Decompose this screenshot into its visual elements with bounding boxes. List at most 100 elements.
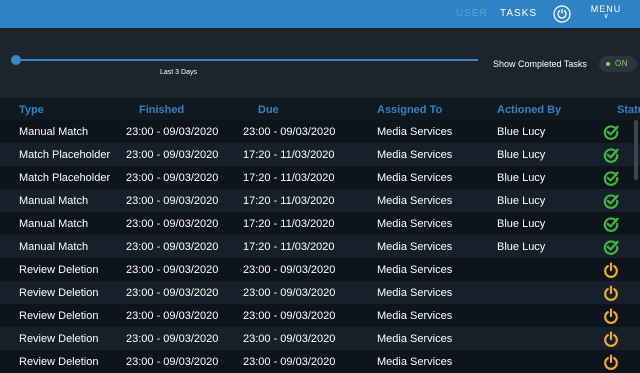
cell-assigned-to: Media Services [377, 240, 453, 253]
power-icon [604, 354, 618, 370]
filter-bar: Last 3 Days Show Completed Tasks ON [0, 28, 640, 98]
cell-actioned-by: Blue Lucy [497, 125, 546, 138]
chevron-down-icon: ∨ [603, 13, 609, 20]
toggle-state: ON [615, 59, 628, 68]
column-header-actioned-by[interactable]: Actioned By [478, 98, 598, 120]
column-header-finished[interactable]: Finished [120, 98, 239, 120]
top-nav-bar: USER TASKS MENU ∨ [0, 0, 640, 28]
power-icon[interactable] [553, 5, 571, 23]
cell-due: 23:00 - 09/03/2020 [243, 263, 336, 276]
table-row[interactable]: Manual Match 23:00 - 09/03/2020 23:00 - 09… [0, 120, 640, 143]
cell-finished: 23:00 - 09/03/2020 [126, 263, 219, 276]
cell-finished: 23:00 - 09/03/2020 [126, 332, 219, 345]
cell-finished: 23:00 - 09/03/2020 [126, 194, 219, 207]
cell-due: 23:00 - 09/03/2020 [243, 286, 336, 299]
cell-actioned-by [478, 281, 598, 304]
check-circle-icon [603, 193, 619, 209]
table-row[interactable]: Review Deletion 23:00 - 09/03/2020 23:00 -… [0, 281, 640, 304]
table-row[interactable]: Review Deletion 23:00 - 09/03/2020 23:00 -… [0, 327, 640, 350]
table-header-row: Type Finished Due Assigned To Actioned B… [0, 98, 640, 120]
check-circle-icon [603, 170, 619, 186]
table-row[interactable]: Manual Match 23:00 - 09/03/2020 17:20 - 11… [0, 235, 640, 258]
cell-assigned-to: Media Services [377, 332, 453, 345]
cell-finished: 23:00 - 09/03/2020 [126, 240, 219, 253]
table-row[interactable]: Review Deletion 23:00 - 09/03/2020 23:00 -… [0, 258, 640, 281]
cell-type: Review Deletion [19, 332, 99, 345]
cell-actioned-by [478, 304, 598, 327]
cell-due: 17:20 - 11/03/2020 [243, 240, 335, 253]
cell-finished: 23:00 - 09/03/2020 [126, 309, 219, 322]
cell-actioned-by: Blue Lucy [497, 171, 546, 184]
show-completed-label: Show Completed Tasks [493, 59, 587, 69]
menu-button[interactable]: MENU ∨ [588, 4, 624, 20]
table-row[interactable]: Match Placeholder 23:00 - 09/03/2020 17:20… [0, 166, 640, 189]
cell-assigned-to: Media Services [377, 171, 453, 184]
cell-assigned-to: Media Services [377, 286, 453, 299]
column-header-assigned-to[interactable]: Assigned To [358, 98, 478, 120]
slider-handle[interactable] [11, 55, 21, 65]
cell-assigned-to: Media Services [377, 194, 453, 207]
cell-due: 17:20 - 11/03/2020 [243, 171, 335, 184]
cell-due: 23:00 - 09/03/2020 [243, 125, 336, 138]
date-range-label: Last 3 Days [160, 69, 197, 76]
cell-type: Manual Match [19, 217, 89, 230]
cell-status[interactable] [598, 281, 640, 304]
table-row[interactable]: Manual Match 23:00 - 09/03/2020 17:20 - 11… [0, 189, 640, 212]
table-row[interactable]: Match Placeholder 23:00 - 09/03/2020 17:20… [0, 143, 640, 166]
cell-type: Review Deletion [19, 263, 99, 276]
cell-assigned-to: Media Services [377, 125, 453, 138]
cell-type: Match Placeholder [19, 171, 111, 184]
cell-actioned-by: Blue Lucy [497, 217, 546, 230]
cell-assigned-to: Media Services [377, 217, 453, 230]
check-circle-icon [603, 239, 619, 255]
cell-due: 23:00 - 09/03/2020 [243, 332, 336, 345]
column-header-due[interactable]: Due [239, 98, 358, 120]
cell-actioned-by: Blue Lucy [497, 148, 546, 161]
power-icon [604, 285, 618, 301]
date-range-slider[interactable] [16, 59, 478, 61]
cell-status[interactable] [598, 212, 640, 235]
cell-status[interactable] [598, 258, 640, 281]
column-header-status[interactable]: Status [598, 98, 640, 120]
cell-type: Review Deletion [19, 286, 99, 299]
cell-due: 17:20 - 11/03/2020 [243, 148, 335, 161]
toggle-indicator [606, 62, 610, 66]
nav-user-link[interactable]: USER [456, 8, 488, 19]
cell-actioned-by: Blue Lucy [497, 194, 546, 207]
cell-type: Manual Match [19, 194, 89, 207]
cell-type: Match Placeholder [19, 148, 111, 161]
power-icon [604, 308, 618, 324]
cell-status[interactable] [598, 235, 640, 258]
cell-finished: 23:00 - 09/03/2020 [126, 148, 219, 161]
cell-status[interactable] [598, 189, 640, 212]
cell-due: 23:00 - 09/03/2020 [243, 309, 336, 322]
cell-actioned-by [478, 327, 598, 350]
cell-finished: 23:00 - 09/03/2020 [126, 125, 219, 138]
check-circle-icon [603, 124, 619, 140]
cell-finished: 23:00 - 09/03/2020 [126, 217, 219, 230]
power-icon [604, 262, 618, 278]
cell-type: Manual Match [19, 240, 89, 253]
cell-assigned-to: Media Services [377, 263, 453, 276]
cell-assigned-to: Media Services [377, 309, 453, 322]
cell-status[interactable] [598, 304, 640, 327]
show-completed-toggle[interactable]: ON [599, 56, 637, 72]
cell-due: 17:20 - 11/03/2020 [243, 217, 335, 230]
cell-type: Review Deletion [19, 309, 99, 322]
cell-status[interactable] [598, 327, 640, 350]
nav-tasks-link[interactable]: TASKS [500, 8, 537, 19]
cell-actioned-by: Blue Lucy [497, 240, 546, 253]
cell-assigned-to: Media Services [377, 148, 453, 161]
cell-finished: 23:00 - 09/03/2020 [126, 286, 219, 299]
scrollbar[interactable] [634, 120, 638, 180]
column-header-type[interactable]: Type [0, 98, 120, 120]
cell-due: 17:20 - 11/03/2020 [243, 194, 335, 207]
table-row[interactable]: Manual Match 23:00 - 09/03/2020 17:20 - 11… [0, 212, 640, 235]
tasks-table: Type Finished Due Assigned To Actioned B… [0, 98, 640, 373]
table-row[interactable]: Review Deletion 23:00 - 09/03/2020 23:00 -… [0, 304, 640, 327]
check-circle-icon [603, 216, 619, 232]
power-icon [604, 331, 618, 347]
cell-type: Manual Match [19, 125, 89, 138]
cell-actioned-by [478, 258, 598, 281]
check-circle-icon [603, 147, 619, 163]
